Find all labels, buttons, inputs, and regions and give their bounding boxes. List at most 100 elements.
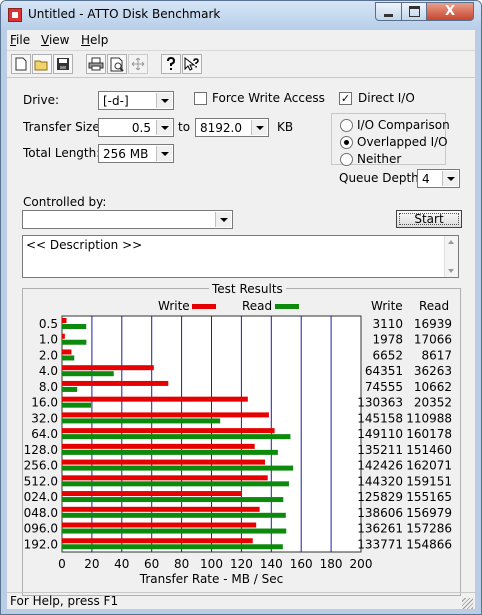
write-bar bbox=[62, 412, 269, 418]
write-bar bbox=[62, 333, 65, 339]
total-length-dropdown-button[interactable] bbox=[156, 146, 172, 161]
neither-label: Neither bbox=[357, 152, 402, 166]
write-value: 74555 bbox=[365, 380, 403, 394]
force-write-checkbox[interactable] bbox=[194, 92, 207, 105]
minimize-button[interactable] bbox=[375, 2, 402, 21]
controlled-by-select[interactable] bbox=[22, 210, 233, 229]
write-value: 138606 bbox=[357, 506, 403, 520]
print-button[interactable] bbox=[86, 54, 106, 74]
read-bar bbox=[62, 434, 291, 440]
category-label: 2.0 bbox=[39, 348, 58, 362]
write-bar bbox=[62, 491, 242, 497]
x-tick-label: 20 bbox=[84, 557, 99, 571]
category-label: 2048.0 bbox=[23, 506, 58, 520]
total-length-value: 256 MB bbox=[103, 147, 149, 161]
queue-depth-select[interactable]: 4 bbox=[417, 169, 460, 188]
drive-dropdown-button[interactable] bbox=[156, 93, 172, 108]
x-tick-label: 160 bbox=[290, 557, 313, 571]
transfer-size-from-select[interactable]: 0.5 bbox=[98, 118, 174, 137]
move-button[interactable] bbox=[128, 54, 148, 74]
transfer-size-to-select[interactable]: 8192.0 bbox=[195, 118, 269, 137]
description-scrollbar[interactable] bbox=[444, 236, 458, 277]
read-value: 8617 bbox=[421, 348, 452, 362]
write-value: 142426 bbox=[357, 459, 403, 473]
save-button[interactable] bbox=[53, 54, 73, 74]
x-tick-label: 200 bbox=[350, 557, 373, 571]
description-box[interactable]: << Description >> bbox=[22, 235, 459, 278]
open-button[interactable] bbox=[32, 54, 52, 74]
category-label: 8192.0 bbox=[23, 537, 58, 551]
write-value: 135211 bbox=[357, 443, 403, 457]
x-tick-label: 140 bbox=[260, 557, 283, 571]
direct-io-label: Direct I/O bbox=[358, 91, 415, 105]
read-bar bbox=[62, 481, 289, 487]
print-preview-icon bbox=[110, 57, 124, 72]
transfer-from-dropdown-button[interactable] bbox=[156, 120, 172, 135]
overlapped-io-label: Overlapped I/O bbox=[357, 135, 448, 149]
controlled-by-dropdown-button[interactable] bbox=[215, 212, 231, 227]
queue-depth-value: 4 bbox=[422, 172, 430, 186]
context-help-button[interactable] bbox=[182, 54, 202, 74]
category-label: 16.0 bbox=[31, 396, 58, 410]
write-value: 64351 bbox=[365, 364, 403, 378]
close-button[interactable]: X bbox=[426, 2, 474, 21]
title-bar[interactable]: Untitled - ATTO Disk Benchmark X bbox=[1, 1, 481, 29]
category-label: 1024.0 bbox=[23, 490, 58, 504]
overlapped-io-radio[interactable] bbox=[340, 136, 353, 149]
write-value: 145158 bbox=[357, 411, 403, 425]
read-value: 10662 bbox=[414, 380, 452, 394]
print-preview-button[interactable] bbox=[107, 54, 127, 74]
io-comparison-radio[interactable] bbox=[340, 119, 353, 132]
transfer-size-to-value: 8192.0 bbox=[200, 121, 242, 135]
read-value: 36263 bbox=[414, 364, 452, 378]
read-value: 159151 bbox=[406, 474, 452, 488]
status-bar: For Help, press F1 bbox=[7, 592, 475, 610]
category-label: 0.5 bbox=[39, 317, 58, 331]
read-value: 151460 bbox=[406, 443, 452, 457]
menu-file[interactable]: File bbox=[10, 33, 30, 47]
read-value: 110988 bbox=[406, 411, 452, 425]
write-bar bbox=[62, 396, 248, 402]
menu-help[interactable]: Help bbox=[81, 33, 108, 47]
direct-io-checkbox[interactable]: ✓ bbox=[339, 92, 352, 105]
start-button[interactable]: Start bbox=[396, 210, 462, 228]
total-length-select[interactable]: 256 MB bbox=[98, 144, 174, 163]
new-file-button[interactable] bbox=[11, 54, 31, 74]
read-value: 17066 bbox=[414, 333, 452, 347]
read-bar bbox=[62, 465, 294, 471]
read-bar bbox=[62, 371, 114, 377]
move-icon bbox=[131, 57, 145, 71]
to-label: to bbox=[178, 120, 191, 134]
queue-depth-dropdown-button[interactable] bbox=[442, 171, 458, 186]
menu-view[interactable]: View bbox=[41, 33, 69, 47]
read-bar bbox=[62, 418, 221, 424]
help-icon bbox=[167, 56, 176, 70]
drive-select[interactable]: [-d-] bbox=[98, 91, 174, 110]
read-value: 16939 bbox=[414, 317, 452, 331]
resize-grip-icon[interactable] bbox=[462, 598, 473, 609]
write-value: 130363 bbox=[357, 396, 403, 410]
write-value: 149110 bbox=[357, 427, 403, 441]
x-tick-label: 40 bbox=[114, 557, 129, 571]
status-text: For Help, press F1 bbox=[10, 594, 119, 608]
transfer-to-dropdown-button[interactable] bbox=[251, 120, 267, 135]
write-bar bbox=[62, 428, 275, 434]
write-bar bbox=[62, 318, 67, 323]
neither-radio[interactable] bbox=[340, 153, 353, 166]
write-bar bbox=[62, 522, 257, 528]
io-comparison-label: I/O Comparison bbox=[357, 118, 450, 132]
x-tick-label: 100 bbox=[200, 557, 223, 571]
x-tick-label: 180 bbox=[320, 557, 343, 571]
chevron-down-icon bbox=[160, 125, 169, 130]
drive-value: [-d-] bbox=[103, 94, 129, 108]
help-button[interactable] bbox=[161, 54, 181, 74]
category-label: 4096.0 bbox=[23, 522, 58, 536]
force-write-label: Force Write Access bbox=[212, 91, 325, 105]
transfer-size-from-value: 0.5 bbox=[131, 121, 151, 135]
controlled-by-label: Controlled by: bbox=[23, 195, 107, 209]
read-bar bbox=[62, 512, 286, 518]
maximize-button[interactable] bbox=[401, 2, 427, 21]
write-value: 1978 bbox=[372, 333, 403, 347]
write-bar bbox=[62, 475, 268, 481]
minimize-icon bbox=[384, 13, 393, 17]
